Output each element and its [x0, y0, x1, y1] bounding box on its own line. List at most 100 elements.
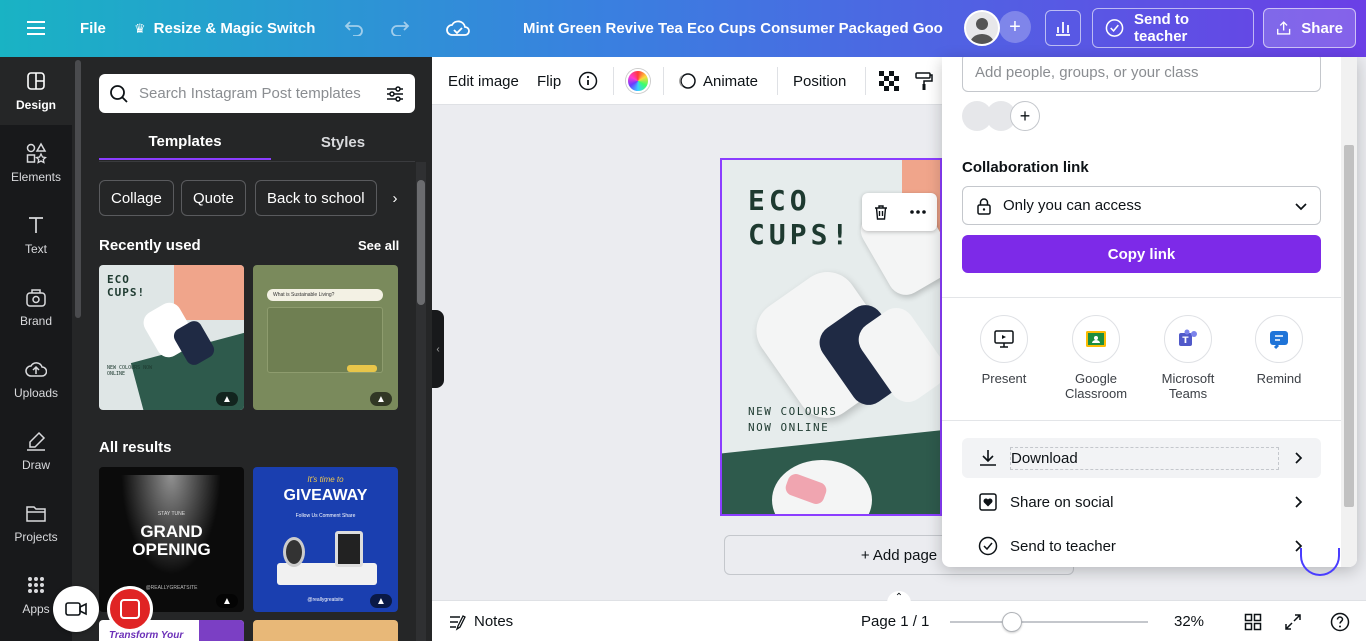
- check-circle-icon: [1105, 19, 1124, 37]
- template-thumb-eco-cups[interactable]: ECO CUPS! NEW COLOURS NOW ONLINE ▲: [99, 265, 244, 410]
- collapse-panel-handle[interactable]: ‹: [432, 310, 444, 388]
- share-scroll-thumb[interactable]: [1344, 145, 1354, 507]
- rail-scrollbar[interactable]: [75, 60, 81, 318]
- see-all-link[interactable]: See all: [358, 238, 399, 253]
- rail-label-uploads: Uploads: [13, 386, 59, 400]
- rail-item-brand[interactable]: Brand: [0, 273, 72, 341]
- tab-styles[interactable]: Styles: [271, 124, 415, 160]
- education-badge-icon: ▲: [370, 392, 392, 406]
- template-thumb-giveaway[interactable]: It's time to GIVEAWAY Follow Us Comment …: [253, 467, 398, 612]
- present-icon: [980, 315, 1028, 363]
- search-icon: [110, 84, 128, 103]
- check-circle-icon: [978, 536, 998, 556]
- thumb-decor: [267, 307, 383, 373]
- share-on-social-row[interactable]: Share on social: [962, 482, 1321, 522]
- crown-icon: ♛: [134, 20, 146, 36]
- stop-recording-button[interactable]: [107, 586, 153, 632]
- flip-button[interactable]: Flip: [537, 57, 561, 105]
- context-toolbar: Edit image Flip Animate Position: [432, 57, 942, 105]
- thumb-sub: NEW COLOURS NOW ONLINE: [107, 365, 153, 377]
- cloud-saved-icon[interactable]: [440, 10, 476, 46]
- thumb-title: Transform Your: [109, 630, 184, 641]
- tab-templates[interactable]: Templates: [99, 124, 271, 160]
- analytics-icon[interactable]: [1045, 10, 1081, 46]
- bottom-bar: Notes ⌃ Page 1 / 1 32%: [432, 591, 1366, 641]
- panel-tabs: Templates Styles: [99, 124, 405, 162]
- redo-icon[interactable]: [382, 10, 418, 46]
- panel-scroll-thumb[interactable]: [417, 180, 425, 305]
- help-bubble-icon[interactable]: [1300, 548, 1340, 576]
- rail-item-text[interactable]: Text: [0, 201, 72, 269]
- copy-link-button[interactable]: Copy link: [962, 235, 1321, 273]
- undo-icon[interactable]: [336, 10, 372, 46]
- zoom-level[interactable]: 32%: [1174, 601, 1204, 641]
- color-wheel-icon[interactable]: [626, 57, 650, 105]
- rail-item-elements[interactable]: Elements: [0, 129, 72, 197]
- thumb-decor: [199, 620, 244, 641]
- transparency-icon[interactable]: [879, 57, 899, 105]
- share-scrollbar[interactable]: [1341, 57, 1357, 567]
- design-title[interactable]: ECO CUPS!: [748, 184, 852, 252]
- zoom-slider-handle[interactable]: [1002, 612, 1022, 632]
- zoom-slider[interactable]: [950, 621, 1148, 623]
- template-search[interactable]: Search Instagram Post templates: [99, 74, 415, 113]
- add-people-input[interactable]: Add people, groups, or your class: [962, 57, 1321, 92]
- chevron-right-icon[interactable]: ›: [385, 180, 405, 216]
- resize-magic-switch-button[interactable]: ♛ Resize & Magic Switch: [134, 0, 315, 57]
- cloud-upload-icon: [25, 362, 47, 377]
- share-button[interactable]: Share: [1263, 8, 1356, 48]
- share-app-present[interactable]: Present: [958, 315, 1050, 386]
- design-subtitle[interactable]: NEW COLOURS NOW ONLINE: [748, 404, 837, 436]
- thumb-tablet: [335, 531, 363, 567]
- chip-collage[interactable]: Collage: [99, 180, 174, 216]
- template-thumb-partial[interactable]: [253, 620, 398, 641]
- share-app-microsoft-teams[interactable]: T Microsoft Teams: [1142, 315, 1234, 401]
- rail-item-draw[interactable]: Draw: [0, 417, 72, 485]
- collaboration-link-label: Collaboration link: [962, 159, 1089, 176]
- chip-quote[interactable]: Quote: [181, 180, 246, 216]
- menu-icon[interactable]: [18, 10, 54, 46]
- download-row[interactable]: Download: [962, 438, 1321, 478]
- education-badge-icon: ▲: [370, 594, 392, 608]
- filter-icon[interactable]: [385, 84, 405, 104]
- present-label: Present: [981, 371, 1027, 386]
- paint-roller-icon[interactable]: [914, 57, 934, 105]
- elements-icon: [26, 142, 47, 164]
- help-icon[interactable]: [1330, 601, 1350, 641]
- video-camera-icon: [65, 602, 87, 616]
- send-to-teacher-button[interactable]: Send to teacher: [1092, 8, 1254, 48]
- document-title[interactable]: Mint Green Revive Tea Eco Cups Consumer …: [523, 0, 943, 57]
- add-collaborator-icon[interactable]: +: [999, 11, 1031, 43]
- fullscreen-icon[interactable]: [1284, 601, 1302, 641]
- camera-record-button[interactable]: [53, 586, 99, 632]
- stop-icon: [120, 599, 140, 619]
- grid-view-icon[interactable]: [1244, 601, 1262, 641]
- rail-item-projects[interactable]: Projects: [0, 489, 72, 557]
- share-app-google-classroom[interactable]: Google Classroom: [1050, 315, 1142, 401]
- rail-label-design: Design: [15, 98, 56, 112]
- remind-icon: [1255, 315, 1303, 363]
- trash-icon[interactable]: [872, 203, 890, 221]
- avatar[interactable]: [964, 10, 1000, 46]
- position-button[interactable]: Position: [793, 57, 846, 105]
- animate-button[interactable]: Animate: [677, 57, 758, 105]
- template-thumb-sustainable[interactable]: What is Sustainable Living? ▲: [253, 265, 398, 410]
- rail-item-uploads[interactable]: Uploads: [0, 345, 72, 413]
- share-app-remind[interactable]: Remind: [1233, 315, 1325, 386]
- edit-image-button[interactable]: Edit image: [448, 57, 519, 105]
- add-person-icon[interactable]: +: [1010, 101, 1040, 131]
- download-icon: [980, 450, 996, 466]
- rail-item-design[interactable]: Design: [0, 57, 72, 125]
- send-to-teacher-row[interactable]: Send to teacher: [962, 526, 1321, 566]
- rail-label-apps: Apps: [22, 602, 50, 616]
- search-input[interactable]: Search Instagram Post templates: [139, 85, 375, 102]
- info-icon[interactable]: [578, 57, 598, 105]
- chip-back-to-school[interactable]: Back to school: [255, 180, 377, 216]
- panel-scrollbar[interactable]: [416, 162, 426, 641]
- more-icon[interactable]: [909, 203, 927, 221]
- heart-icon: [979, 493, 997, 511]
- notes-button[interactable]: Notes: [448, 601, 513, 641]
- file-menu[interactable]: File: [80, 0, 106, 57]
- page-indicator[interactable]: Page 1 / 1: [861, 601, 929, 641]
- access-level-select[interactable]: Only you can access: [962, 186, 1321, 225]
